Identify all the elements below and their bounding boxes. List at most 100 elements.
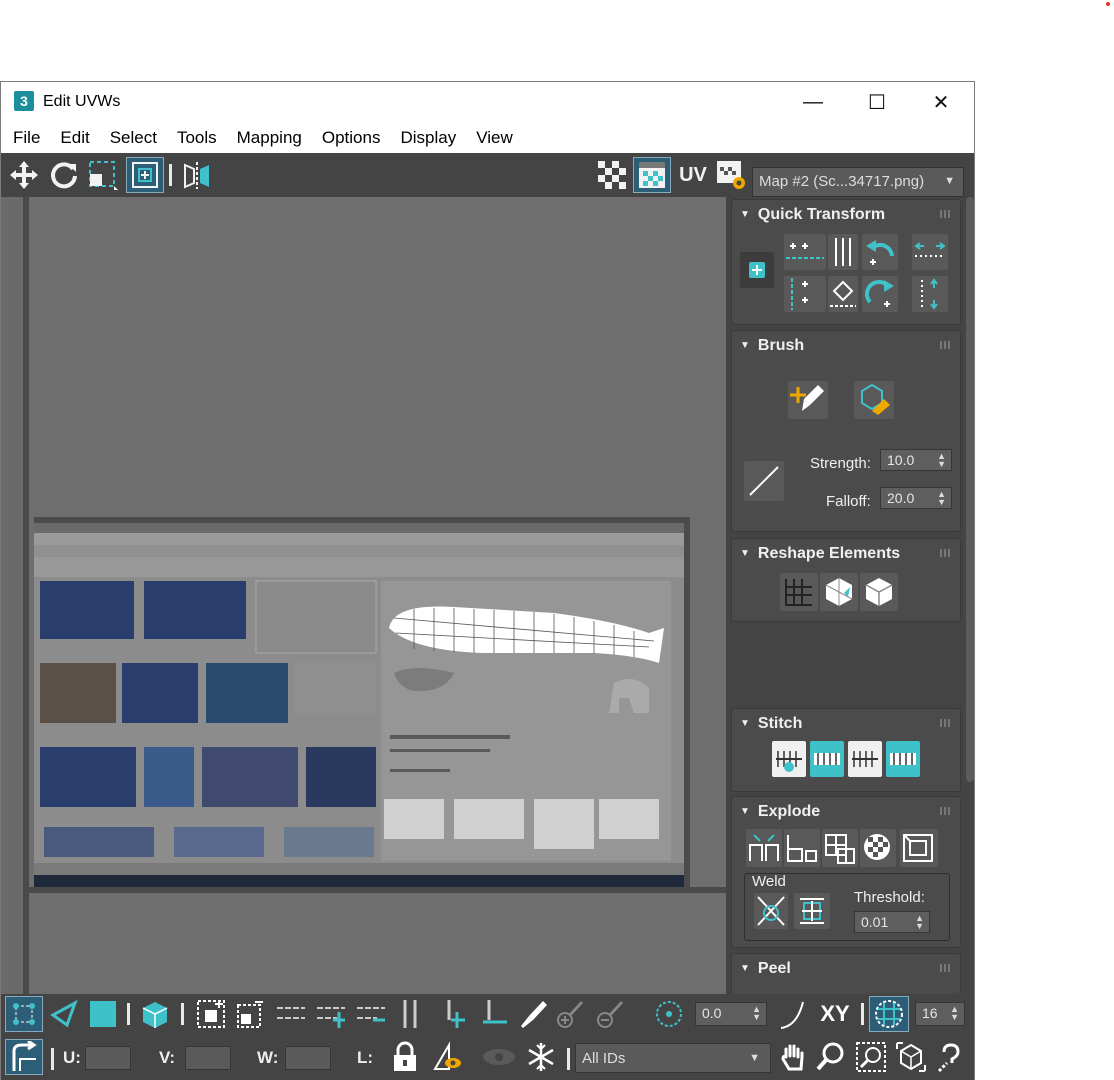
set-pivot-icon[interactable] <box>740 252 774 288</box>
spinner-arrows-icon: ▲ ▼ <box>752 1004 761 1022</box>
v-field[interactable] <box>185 1046 231 1070</box>
unhide-icon[interactable] <box>477 1039 521 1075</box>
menu-edit[interactable]: Edit <box>60 128 89 148</box>
paint-select-shrink-icon[interactable] <box>591 996 627 1032</box>
paint-select-grow-icon[interactable] <box>551 996 587 1032</box>
xy-toggle-button[interactable]: XY <box>815 996 855 1032</box>
straighten-icon[interactable] <box>780 573 818 611</box>
soft-selection-curve-icon[interactable] <box>775 996 811 1032</box>
stitch-average-icon[interactable] <box>848 741 882 777</box>
rollout-title[interactable]: ▼ Quick Transform <box>740 206 885 224</box>
material-ids-value: All IDs <box>582 1050 626 1067</box>
align-horizontal-icon[interactable] <box>784 234 826 270</box>
vertex-mode-icon[interactable] <box>5 996 43 1032</box>
grid-size-spinner[interactable]: 16 ▲ ▼ <box>915 1002 965 1026</box>
uv-viewport[interactable] <box>1 197 726 994</box>
rotate-cw-icon[interactable] <box>862 276 898 312</box>
menu-view[interactable]: View <box>476 128 513 148</box>
w-field[interactable] <box>285 1046 331 1070</box>
checker-pattern-icon[interactable] <box>595 157 629 193</box>
u-field[interactable] <box>85 1046 131 1070</box>
align-left-icon[interactable] <box>784 276 826 312</box>
rollout-title[interactable]: ▼ Peel <box>740 960 791 978</box>
flatten-by-material-icon[interactable] <box>900 829 938 867</box>
rollout-title-text: Quick Transform <box>757 206 886 223</box>
zoom-region-icon[interactable] <box>853 1039 889 1075</box>
falloff-spinner[interactable]: 20.0 ▲ ▼ <box>880 487 952 509</box>
move-icon[interactable] <box>7 157 41 193</box>
break-icon[interactable] <box>746 829 782 867</box>
menu-file[interactable]: File <box>13 128 40 148</box>
loop-grow-icon[interactable] <box>313 996 349 1032</box>
rollout-quick-transform: ▼ Quick Transform <box>731 199 961 325</box>
box-icon[interactable] <box>860 573 898 611</box>
ring-select-icon[interactable] <box>393 996 429 1032</box>
loop-select-icon[interactable] <box>273 996 309 1032</box>
minimize-button[interactable]: — <box>781 82 845 122</box>
edge-mode-icon[interactable] <box>47 996 81 1032</box>
strength-value: 10.0 <box>887 452 915 468</box>
pan-hand-icon[interactable] <box>775 1039 811 1075</box>
show-map-icon[interactable] <box>633 157 671 193</box>
weld-target-icon[interactable] <box>794 893 830 929</box>
stitch-to-source-icon[interactable] <box>810 741 844 777</box>
maximize-button[interactable]: ☐ <box>845 82 909 122</box>
sidebar-scrollbar[interactable] <box>966 197 974 782</box>
zoom-extents-icon[interactable] <box>893 1039 929 1075</box>
paint-move-brush-icon[interactable] <box>788 381 828 419</box>
ring-grow-icon[interactable] <box>437 996 473 1032</box>
menu-options[interactable]: Options <box>322 128 381 148</box>
freeze-icon[interactable] <box>523 1039 559 1075</box>
menu-tools[interactable]: Tools <box>177 128 217 148</box>
grid-snap-icon[interactable] <box>869 996 909 1032</box>
hide-selected-icon[interactable] <box>429 1039 465 1075</box>
face-mode-icon[interactable] <box>85 996 121 1032</box>
strength-spinner[interactable]: 10.0 ▲ ▼ <box>880 449 952 471</box>
rollout-title[interactable]: ▼ Explode <box>740 803 820 821</box>
grow-selection-icon[interactable] <box>193 996 229 1032</box>
lock-icon[interactable] <box>389 1039 421 1075</box>
paint-select-icon[interactable] <box>515 996 551 1032</box>
scale-icon[interactable] <box>86 157 120 193</box>
uv-toggle-button[interactable]: UV <box>676 157 710 193</box>
ring-shrink-icon[interactable] <box>477 996 513 1032</box>
menu-select[interactable]: Select <box>110 128 157 148</box>
element-mode-icon[interactable] <box>137 996 173 1032</box>
rollout-title[interactable]: ▼ Stitch <box>740 715 802 733</box>
detach-edge-icon[interactable] <box>784 829 820 867</box>
menu-display[interactable]: Display <box>400 128 456 148</box>
freeform-icon[interactable] <box>126 157 164 193</box>
rotate-ccw-icon[interactable] <box>862 234 898 270</box>
relax-brush-icon[interactable] <box>854 381 894 419</box>
rollout-title[interactable]: ▼ Reshape Elements <box>740 545 900 563</box>
falloff-curve-icon[interactable] <box>744 461 784 501</box>
stitch-custom-icon[interactable] <box>886 741 920 777</box>
loop-shrink-icon[interactable] <box>353 996 389 1032</box>
space-vertical-icon[interactable] <box>912 276 948 312</box>
threshold-spinner[interactable]: 0.01 ▲ ▼ <box>854 911 930 933</box>
rotation-snap-icon[interactable] <box>651 996 687 1032</box>
stitch-to-target-icon[interactable] <box>772 741 806 777</box>
relax-icon[interactable] <box>820 573 858 611</box>
shrink-selection-icon[interactable] <box>233 996 269 1032</box>
menu-mapping[interactable]: Mapping <box>237 128 302 148</box>
align-vertical-icon[interactable] <box>828 234 858 270</box>
map-settings-icon[interactable] <box>714 157 748 193</box>
rotate-icon[interactable] <box>47 157 81 193</box>
flatten-by-smoothing-icon[interactable] <box>860 829 896 867</box>
weld-selected-icon[interactable] <box>754 893 788 929</box>
transform-absolute-icon[interactable] <box>5 1039 43 1075</box>
viewport-left-strip <box>1 197 29 994</box>
align-center-icon[interactable] <box>828 276 858 312</box>
close-button[interactable]: ✕ <box>909 82 973 122</box>
material-ids-dropdown[interactable]: All IDs ▼ <box>575 1043 771 1073</box>
flatten-by-face-icon[interactable] <box>822 829 858 867</box>
mirror-icon[interactable] <box>179 157 215 193</box>
grip-icon <box>940 341 950 349</box>
zoom-icon[interactable] <box>813 1039 849 1075</box>
rollout-title[interactable]: ▼ Brush <box>740 337 804 355</box>
map-dropdown[interactable]: Map #2 (Sc...34717.png) ▼ <box>752 167 964 197</box>
space-horizontal-icon[interactable] <box>912 234 948 270</box>
rotation-spinner[interactable]: 0.0 ▲ ▼ <box>695 1002 767 1026</box>
help-icon[interactable] <box>933 1039 969 1075</box>
